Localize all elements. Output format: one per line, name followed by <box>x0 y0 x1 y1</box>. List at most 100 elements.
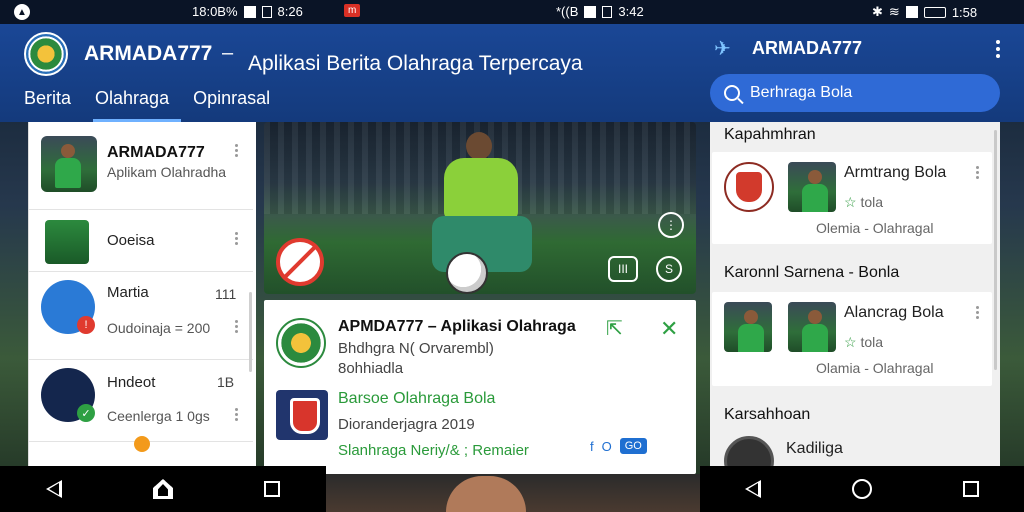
list-item-count: 1B <box>217 374 235 390</box>
section-header: Kapahmhran <box>724 126 816 143</box>
search-bar[interactable] <box>710 74 1000 112</box>
news-title: Armtrang Bola <box>844 164 947 181</box>
news-category: Olemia - Olahragal <box>816 220 934 236</box>
card-line: Bhdhgra N( Orvarembl) <box>338 340 494 357</box>
card-line: 8ohhiadla <box>338 360 404 377</box>
player-thumbnail <box>788 302 836 352</box>
rating: ☆ tola <box>844 334 883 351</box>
close-icon[interactable]: ✕ <box>660 316 678 342</box>
card-green-line[interactable]: Slanhraga Neriy/& ; Remaier <box>338 442 529 459</box>
more-vertical-icon[interactable] <box>988 38 1008 62</box>
home-icon[interactable] <box>152 479 173 499</box>
status-mid-text: *((B <box>556 4 579 19</box>
bird-logo-icon: ✈ <box>714 38 731 60</box>
battery-icon-3 <box>923 6 946 18</box>
list-item-label: Hndeot <box>107 374 156 391</box>
recents-icon[interactable] <box>962 481 979 497</box>
more-vertical-icon[interactable] <box>233 408 239 424</box>
back-icon[interactable] <box>45 480 62 498</box>
more-options-icon[interactable]: ⋮ <box>658 212 684 238</box>
wifi-icon: ≋ <box>888 4 900 19</box>
app-header: ARMADA777 – Aplikasi Berita Olahraga Ter… <box>0 24 1024 122</box>
back-icon[interactable] <box>745 480 762 498</box>
nav-bar-left <box>0 466 326 512</box>
alert-badge-icon: ! <box>77 316 95 334</box>
club-badge <box>724 162 774 212</box>
bluetooth-icon: ✱ <box>872 4 883 19</box>
list-item-subtitle: Aplikam Olahradha <box>107 164 227 180</box>
news-card[interactable]: Armtrang Bola ☆ tola Olemia - Olahragal <box>712 152 992 244</box>
app-title: ARMADA777 <box>84 42 213 65</box>
facebook-icon[interactable]: f <box>590 439 594 454</box>
app-emblem <box>276 318 326 368</box>
right-scrollbar[interactable] <box>994 130 997 370</box>
club-shield-icon <box>45 220 89 264</box>
title-separator: – <box>222 42 234 64</box>
more-vertical-icon[interactable] <box>233 144 239 160</box>
club-avatar <box>724 436 774 468</box>
go-button[interactable]: GO <box>619 438 647 454</box>
tab-opinrasal[interactable]: Opinrasal <box>181 84 282 122</box>
list-item-top[interactable]: ARMADA777 Aplikam Olahradha <box>29 122 253 210</box>
notification-icon: ▲ <box>14 4 30 20</box>
player-thumbnail <box>41 136 97 192</box>
more-vertical-icon[interactable] <box>233 320 239 336</box>
rating-label: tola <box>860 194 884 210</box>
more-vertical-icon[interactable] <box>974 306 980 322</box>
status-mid-time: 3:42 <box>618 4 644 19</box>
app-notification-icon: m <box>344 4 361 17</box>
news-card[interactable]: Alancrag Bola ☆ tola Olamia - Olahragal <box>712 292 992 386</box>
app-subtitle: Aplikasi Berita Olahraga Terpercaya <box>248 52 583 75</box>
tab-berita[interactable]: Berita <box>0 84 83 122</box>
section-header: Karonnl Sarnena - Bonla <box>724 264 900 281</box>
more-vertical-icon[interactable] <box>974 166 980 182</box>
list-item[interactable]: ! Martia 111 Oudoinaja = 200 <box>29 272 253 360</box>
section-header: Karsahhoan <box>724 406 811 423</box>
football-icon <box>446 252 488 294</box>
card-actions: f O GO <box>590 438 647 454</box>
list-item-label: Martia <box>107 284 149 301</box>
rating-label: tola <box>860 334 884 350</box>
player-thumbnail <box>788 162 836 212</box>
search-icon <box>724 85 740 101</box>
stats-button[interactable]: III <box>608 256 638 282</box>
list-item-label: Ooeisa <box>107 232 155 249</box>
battery-icon <box>261 5 272 18</box>
club-crest <box>276 390 328 440</box>
share-icon[interactable]: ⇱ <box>606 316 623 341</box>
prohibited-icon <box>276 238 324 286</box>
player-thumbnail <box>724 302 772 352</box>
check-badge-icon: ✓ <box>77 404 95 422</box>
hero-video[interactable]: ⋮ III S <box>264 122 696 294</box>
star-icon: ☆ <box>844 334 857 350</box>
list-item[interactable]: ✓ Hndeot 1B Ceenlerga 1 0gs <box>29 360 253 442</box>
news-category: Olamia - Olahragal <box>816 360 934 376</box>
search-input[interactable] <box>750 84 970 102</box>
list-item-title: ARMADA777 <box>107 144 205 161</box>
left-list-panel: ARMADA777 Aplikam Olahradha Ooeisa ! Mar… <box>28 122 256 468</box>
battery-icon-2 <box>602 5 613 18</box>
signal-icon <box>243 5 256 18</box>
list-item-count: 111 <box>215 286 237 302</box>
left-scrollbar[interactable] <box>249 292 252 372</box>
status-left-text: 18:0B% <box>192 4 238 19</box>
card-title: APMDA777 – Aplikasi Olahraga <box>338 318 576 335</box>
home-icon[interactable] <box>851 479 872 499</box>
recents-icon[interactable] <box>264 481 281 497</box>
score-button[interactable]: S <box>656 256 682 282</box>
status-left-time: 8:26 <box>277 4 303 19</box>
circle-icon[interactable]: O <box>602 439 612 454</box>
list-item-subtitle: Ceenlerga 1 0gs <box>107 408 210 424</box>
bottom-image-strip <box>326 474 700 512</box>
rating: ☆ tola <box>844 194 883 211</box>
card-green-title[interactable]: Barsoe Olahraga Bola <box>338 390 495 408</box>
news-title: Alancrag Bola <box>844 304 944 321</box>
more-vertical-icon[interactable] <box>233 232 239 248</box>
signal-icon-2 <box>584 5 597 18</box>
star-icon: ☆ <box>844 194 857 210</box>
list-item[interactable]: Ooeisa <box>29 210 253 272</box>
list-item-title[interactable]: Kadiliga <box>786 440 843 458</box>
article-card[interactable]: APMDA777 – Aplikasi Olahraga Bhdhgra N( … <box>264 300 696 474</box>
tab-olahraga[interactable]: Olahraga <box>83 84 182 122</box>
nav-bar-right <box>700 466 1024 512</box>
